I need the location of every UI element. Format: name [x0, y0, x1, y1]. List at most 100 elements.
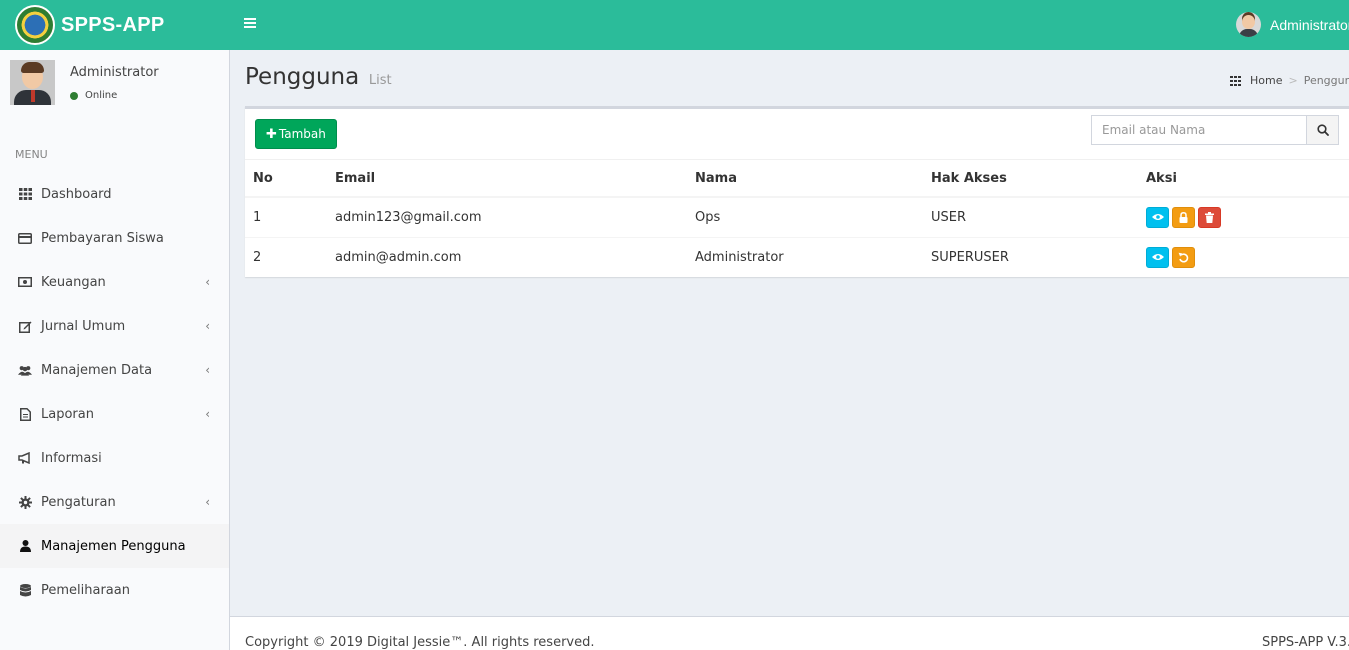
- sidebar-item-label: Manajemen Pengguna: [41, 538, 186, 554]
- breadcrumb-current: Pengguna: [1303, 74, 1349, 87]
- search-button[interactable]: [1307, 115, 1339, 145]
- lock-button[interactable]: [1172, 206, 1195, 228]
- breadcrumb: Home > Pengguna: [1230, 74, 1349, 87]
- footer-version: SPPS-APP V.3.0: [1262, 635, 1349, 650]
- sidebar-toggle-hamburger-icon[interactable]: [243, 16, 259, 34]
- column-header-hak-akses: Hak Akses: [923, 160, 1138, 198]
- database-icon: [18, 583, 32, 597]
- status-badge: Online: [70, 90, 117, 101]
- breadcrumb-home[interactable]: Home: [1250, 74, 1282, 87]
- edit-icon: [18, 319, 32, 333]
- delete-button[interactable]: [1198, 206, 1221, 228]
- sidebar-user-name: Administrator: [70, 65, 159, 80]
- column-header-nama: Nama: [687, 160, 923, 198]
- table-row: 2 admin@admin.com Administrator SUPERUSE…: [245, 236, 1349, 277]
- sidebar-item-label: Pemeliharaan: [41, 582, 130, 598]
- sidebar-item-label: Keuangan: [41, 274, 106, 290]
- sidebar-item-pengaturan[interactable]: Pengaturan ‹: [0, 480, 229, 524]
- chevron-left-icon: ‹: [205, 407, 210, 421]
- app-name: SPPS-APP: [61, 13, 165, 36]
- column-header-no: No: [245, 160, 327, 198]
- chevron-left-icon: ‹: [205, 275, 210, 289]
- dashboard-grid-icon: [1230, 75, 1242, 86]
- cell-hak-akses: USER: [923, 196, 1138, 237]
- sidebar-item-manajemen-pengguna[interactable]: Manajemen Pengguna: [0, 524, 229, 568]
- eye-icon: [1151, 254, 1164, 261]
- money-icon: [18, 275, 32, 289]
- sidebar: Administrator Online MENU Dashboard Pemb…: [0, 50, 230, 650]
- table-row: 1 admin123@gmail.com Ops USER: [245, 196, 1349, 237]
- logo-emblem-icon: [15, 5, 55, 45]
- cell-email: admin@admin.com: [327, 236, 687, 277]
- table-header-row: No Email Nama Hak Akses Aksi: [245, 160, 1349, 198]
- page-title: Pengguna: [245, 64, 360, 90]
- bullhorn-icon: [18, 451, 32, 465]
- user-panel: Administrator Online: [10, 60, 220, 110]
- reset-button[interactable]: [1172, 246, 1195, 268]
- content-header: Pengguna List: [245, 64, 392, 90]
- top-navbar: SPPS-APP Administrator: [0, 0, 1349, 50]
- search-input[interactable]: [1091, 115, 1308, 145]
- app-logo[interactable]: SPPS-APP: [0, 0, 230, 50]
- cell-aksi: [1138, 196, 1349, 237]
- users-table: No Email Nama Hak Akses Aksi 1 admin123@…: [245, 160, 1349, 277]
- cell-no: 2: [245, 236, 327, 277]
- sidebar-menu: Dashboard Pembayaran Siswa Keuangan ‹ Ju…: [0, 172, 229, 612]
- sidebar-item-label: Informasi: [41, 450, 102, 466]
- avatar: [10, 60, 55, 105]
- sidebar-item-dashboard[interactable]: Dashboard: [0, 172, 229, 216]
- view-button[interactable]: [1146, 246, 1169, 268]
- sidebar-item-jurnal-umum[interactable]: Jurnal Umum ‹: [0, 304, 229, 348]
- breadcrumb-separator: >: [1288, 74, 1298, 87]
- sidebar-item-label: Pengaturan: [41, 494, 116, 510]
- sidebar-item-label: Dashboard: [41, 186, 112, 202]
- users-icon: [18, 363, 32, 377]
- add-user-button[interactable]: ✚ Tambah: [255, 119, 337, 149]
- header-user-name: Administrator: [1270, 16, 1349, 33]
- cell-email: admin123@gmail.com: [327, 196, 687, 237]
- sidebar-item-pemeliharaan[interactable]: Pemeliharaan: [0, 568, 229, 612]
- status-text: Online: [85, 90, 118, 101]
- file-icon: [18, 407, 32, 421]
- chevron-left-icon: ‹: [205, 363, 210, 377]
- lock-icon: [1179, 211, 1188, 223]
- grid-icon: [18, 187, 32, 201]
- sidebar-item-label: Manajemen Data: [41, 362, 153, 378]
- sidebar-item-label: Laporan: [41, 406, 94, 422]
- chevron-left-icon: ‹: [205, 319, 210, 333]
- user-menu[interactable]: Administrator: [1236, 12, 1349, 37]
- search-icon: [1316, 124, 1329, 136]
- column-header-aksi: Aksi: [1138, 160, 1349, 198]
- column-header-email: Email: [327, 160, 687, 198]
- add-button-label: Tambah: [278, 127, 326, 141]
- online-dot-icon: [70, 91, 78, 100]
- footer-copyright: Copyright © 2019 Digital Jessie™. All ri…: [245, 635, 595, 650]
- sidebar-item-manajemen-data[interactable]: Manajemen Data ‹: [0, 348, 229, 392]
- sidebar-item-laporan[interactable]: Laporan ‹: [0, 392, 229, 436]
- eye-icon: [1151, 214, 1164, 221]
- trash-icon: [1205, 211, 1214, 223]
- credit-card-icon: [18, 231, 32, 245]
- cell-no: 1: [245, 196, 327, 237]
- plus-icon: ✚: [266, 126, 277, 142]
- page-subtitle: List: [368, 73, 392, 88]
- cell-hak-akses: SUPERUSER: [923, 236, 1138, 277]
- cell-nama: Administrator: [687, 236, 923, 277]
- view-button[interactable]: [1146, 206, 1169, 228]
- cell-nama: Ops: [687, 196, 923, 237]
- menu-header: MENU: [15, 148, 48, 161]
- sidebar-item-label: Jurnal Umum: [41, 318, 126, 334]
- avatar: [1236, 12, 1261, 37]
- user-list-box: ✚ Tambah No Email Nama Hak Akses Aksi 1 …: [245, 106, 1349, 277]
- sidebar-item-label: Pembayaran Siswa: [41, 230, 164, 246]
- sidebar-item-keuangan[interactable]: Keuangan ‹: [0, 260, 229, 304]
- user-icon: [18, 539, 32, 553]
- search-group: [1091, 115, 1339, 145]
- footer: Copyright © 2019 Digital Jessie™. All ri…: [230, 616, 1349, 650]
- sidebar-item-informasi[interactable]: Informasi: [0, 436, 229, 480]
- cell-aksi: [1138, 236, 1349, 277]
- chevron-left-icon: ‹: [205, 495, 210, 509]
- cog-icon: [18, 495, 32, 509]
- undo-icon: [1178, 252, 1189, 263]
- sidebar-item-pembayaran-siswa[interactable]: Pembayaran Siswa: [0, 216, 229, 260]
